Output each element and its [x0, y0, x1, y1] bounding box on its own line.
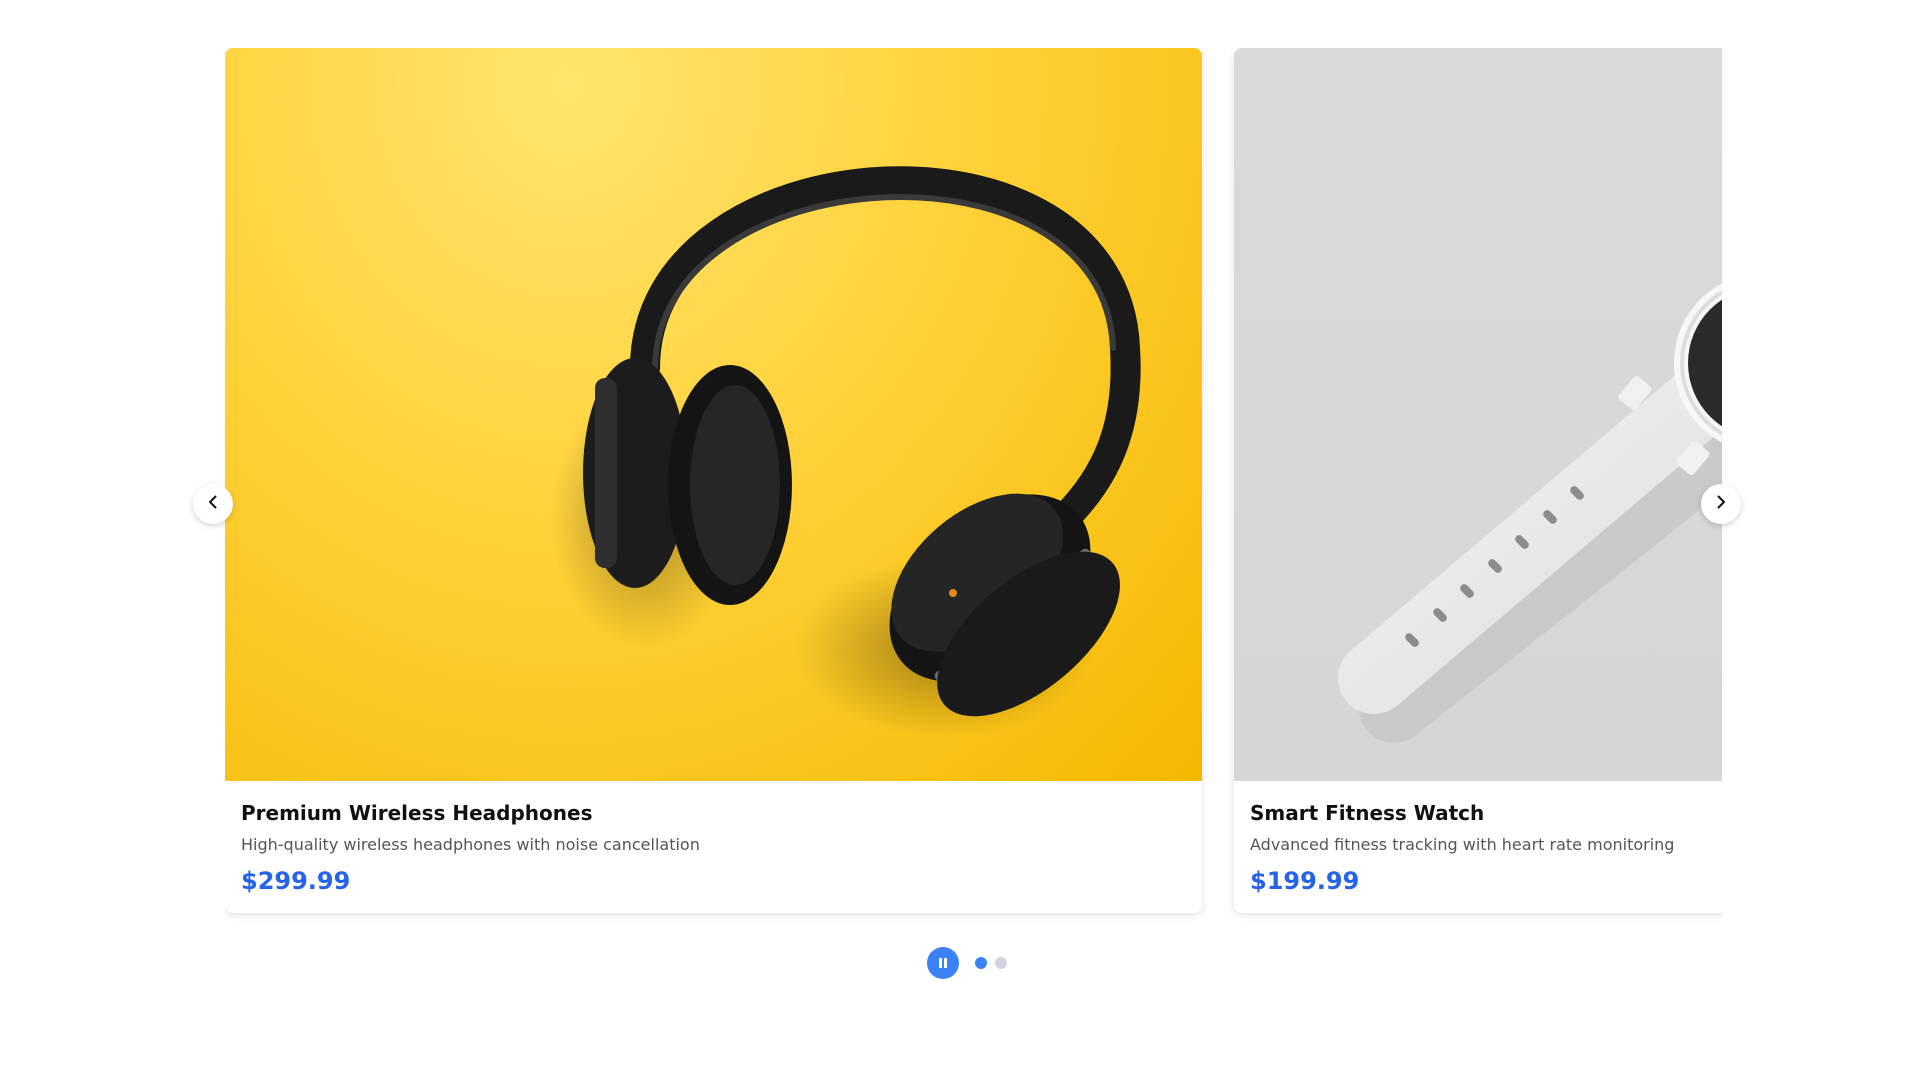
product-title: Premium Wireless Headphones [241, 801, 593, 825]
chevron-right-icon [1713, 494, 1729, 514]
product-image-headphones [225, 48, 1202, 781]
product-price: $299.99 [241, 867, 351, 895]
chevron-left-icon [205, 494, 221, 514]
product-title: Smart Fitness Watch [1250, 801, 1485, 825]
product-card[interactable]: Smart Fitness Watch Advanced fitness tra… [1234, 48, 1722, 913]
slide-indicator-dot[interactable] [975, 957, 987, 969]
previous-slide-button[interactable] [193, 484, 233, 524]
headphones-illustration [550, 166, 1141, 738]
card-body: Smart Fitness Watch Advanced fitness tra… [1234, 781, 1722, 896]
card-body: Premium Wireless Headphones High-quality… [225, 781, 1202, 896]
product-description: High-quality wireless headphones with no… [241, 835, 700, 854]
watch-illustration [1338, 283, 1722, 743]
pause-autoplay-button[interactable] [927, 947, 959, 979]
slide-indicator-dot[interactable] [995, 957, 1007, 969]
product-carousel: Premium Wireless Headphones High-quality… [225, 48, 1722, 938]
product-card[interactable]: Premium Wireless Headphones High-quality… [225, 48, 1202, 913]
product-price: $199.99 [1250, 867, 1360, 895]
carousel-controls [927, 947, 1007, 979]
product-image-watch [1234, 48, 1722, 781]
pause-icon [937, 954, 949, 973]
next-slide-button[interactable] [1701, 484, 1741, 524]
carousel-viewport: Premium Wireless Headphones High-quality… [225, 48, 1722, 938]
product-description: Advanced fitness tracking with heart rat… [1250, 835, 1675, 854]
